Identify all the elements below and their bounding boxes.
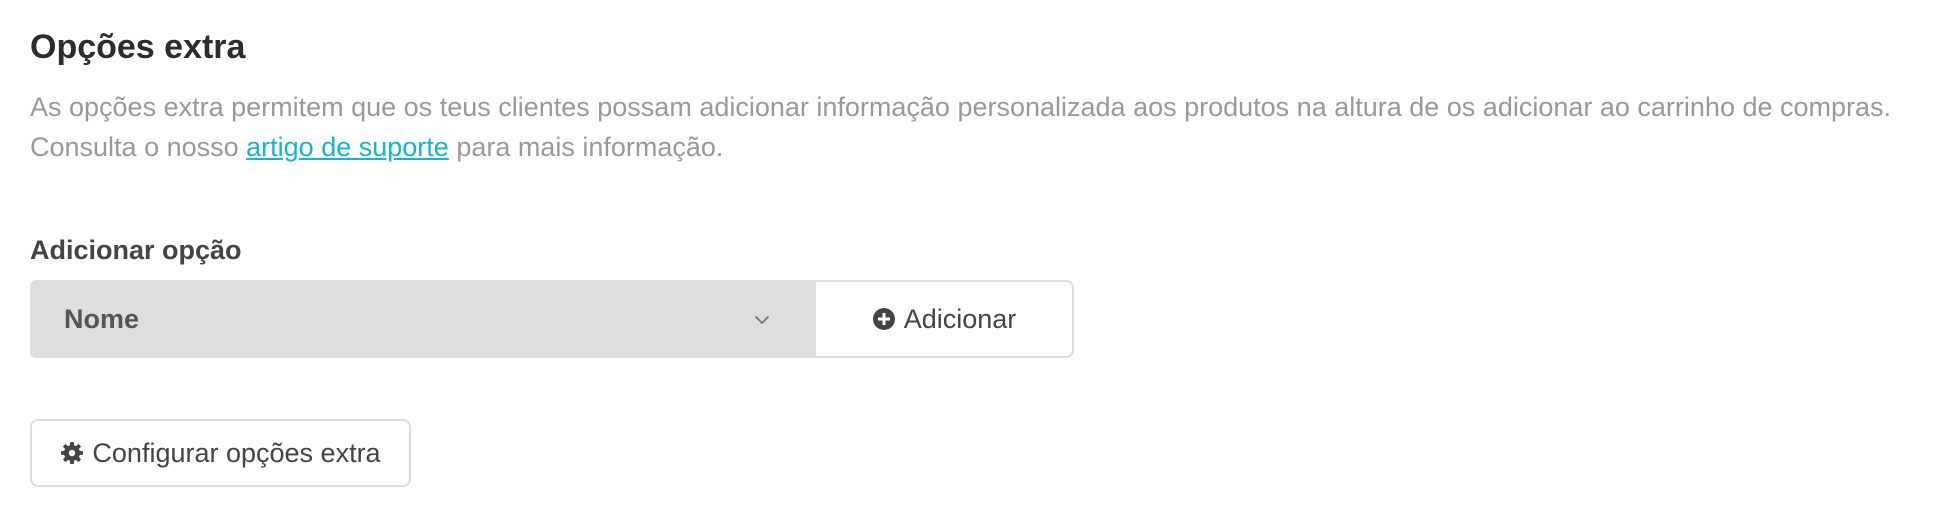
description-line-2-after: para mais informação. <box>456 132 724 162</box>
add-option-button-label: Adicionar <box>903 303 1017 334</box>
section-description: As opções extra permitem que os teus cli… <box>30 87 1950 167</box>
option-type-select[interactable]: Nome <box>30 280 816 358</box>
support-article-link[interactable]: artigo de suporte <box>246 132 449 162</box>
extra-options-section: Opções extra As opções extra permitem qu… <box>0 0 1956 516</box>
add-option-group: Nome Adicionar <box>30 280 1074 358</box>
description-line-2-before: Consulta o nosso <box>30 132 239 162</box>
configure-extra-options-button[interactable]: Configurar opções extra <box>30 419 411 487</box>
description-line-1: As opções extra permitem que os teus cli… <box>30 92 1892 122</box>
add-option-button[interactable]: Adicionar <box>816 280 1074 358</box>
plus-circle-icon <box>872 307 896 331</box>
chevron-down-icon <box>755 316 769 324</box>
add-option-label: Adicionar opção <box>30 235 242 265</box>
section-title: Opções extra <box>30 28 246 66</box>
option-type-select-value: Nome <box>64 303 140 334</box>
configure-extra-options-label: Configurar opções extra <box>92 437 381 468</box>
gear-icon <box>60 441 84 465</box>
